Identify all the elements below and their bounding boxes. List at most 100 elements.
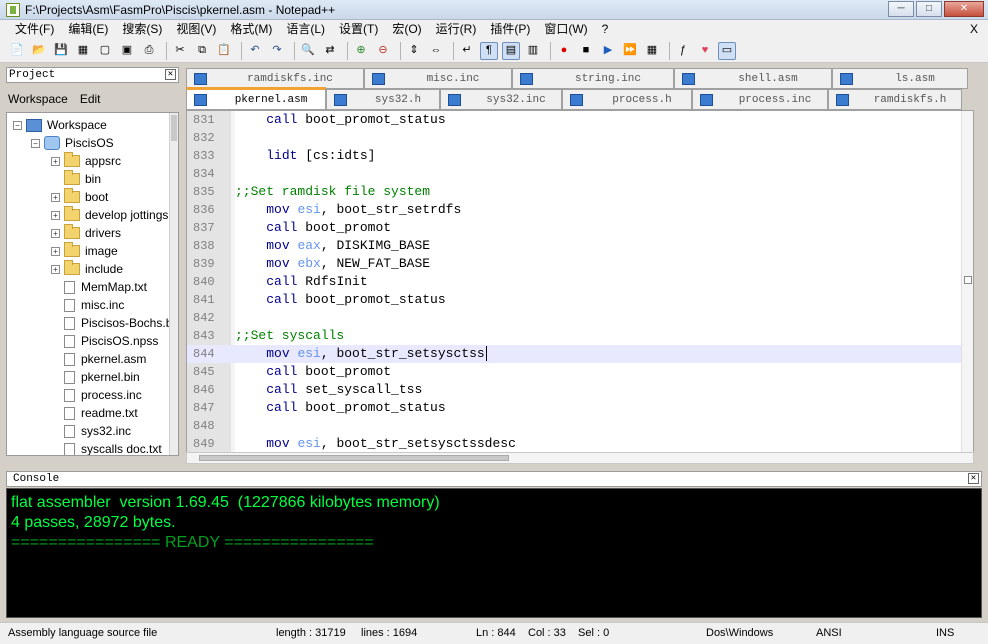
expand-icon[interactable]: + xyxy=(51,246,60,256)
tree-item[interactable]: + include xyxy=(51,260,123,278)
expand-icon[interactable]: + xyxy=(51,228,60,238)
code-text: mov ebx, NEW_FAT_BASE xyxy=(235,255,430,273)
tree-item-label: drivers xyxy=(85,226,122,240)
code-editor[interactable]: 831 call boot_promot_status 832 833 lidt [… xyxy=(186,110,974,462)
close-project-panel-icon[interactable]: ✕ xyxy=(165,69,176,80)
tree-item[interactable]: + develop jottings xyxy=(51,206,168,224)
open-file-icon[interactable]: 📂 xyxy=(30,42,48,60)
play-macro-icon[interactable]: ▶ xyxy=(599,42,617,60)
file-tab-label: ramdiskfs.inc xyxy=(247,72,333,85)
file-tab[interactable]: shell.asm xyxy=(674,68,832,89)
menu-item[interactable]: 运行(R) xyxy=(429,20,484,39)
menu-item[interactable]: 文件(F) xyxy=(8,20,61,39)
menu-item[interactable]: 宏(O) xyxy=(385,20,428,39)
undo-icon[interactable]: ↶ xyxy=(246,42,264,60)
close-console-icon[interactable]: ✕ xyxy=(968,473,979,484)
menu-item[interactable]: 视图(V) xyxy=(169,20,223,39)
expand-icon[interactable]: + xyxy=(51,192,60,202)
collapse-icon[interactable]: − xyxy=(31,138,40,148)
tree-item[interactable]: PiscisOS.npss xyxy=(51,332,158,350)
tree-item[interactable]: bin xyxy=(51,170,101,188)
print-icon[interactable]: ⎙ xyxy=(140,42,158,60)
file-tab[interactable]: ramdiskfs.h xyxy=(828,89,962,110)
console-icon[interactable]: ▭ xyxy=(718,41,736,60)
editor-vertical-scrollbar[interactable] xyxy=(961,111,973,461)
replace-icon[interactable]: ⇄ xyxy=(321,42,339,60)
tree-item[interactable]: + drivers xyxy=(51,224,121,242)
status-eol[interactable]: Dos\Windows xyxy=(706,627,773,639)
wrap-icon[interactable]: ↵ xyxy=(458,42,476,60)
file-tab[interactable]: process.h xyxy=(562,89,692,110)
save-icon[interactable]: 💾 xyxy=(52,42,70,60)
find-icon[interactable]: 🔍 xyxy=(299,42,317,60)
console-output[interactable]: flat assembler version 1.69.45 (1227866 … xyxy=(6,488,982,618)
show-all-chars-icon[interactable]: ¶ xyxy=(480,41,498,60)
file-tab[interactable]: ls.asm xyxy=(832,68,968,89)
tree-item[interactable]: readme.txt xyxy=(51,404,138,422)
close-window-button[interactable]: ✕ xyxy=(944,1,984,17)
stop-record-icon[interactable]: ■ xyxy=(577,42,595,60)
tree-item[interactable]: + boot xyxy=(51,188,108,206)
favorite-icon[interactable]: ♥ xyxy=(696,42,714,60)
menu-item[interactable]: 格式(M) xyxy=(223,20,279,39)
tree-item[interactable]: Piscisos-Bochs.bxrc xyxy=(51,314,178,332)
run-macro-multiple-icon[interactable]: ⏩ xyxy=(621,42,639,60)
menu-item[interactable]: 窗口(W) xyxy=(537,20,594,39)
file-tab[interactable]: sys32.h xyxy=(326,89,440,110)
expand-icon[interactable]: + xyxy=(51,210,60,220)
project-tree-scrollbar[interactable] xyxy=(169,113,178,455)
menu-item[interactable]: 设置(T) xyxy=(332,20,385,39)
indent-guide-icon[interactable]: ▤ xyxy=(502,41,520,60)
collapse-icon[interactable]: − xyxy=(13,120,22,130)
file-tab[interactable]: misc.inc xyxy=(364,68,512,89)
doc-map-icon[interactable]: ▥ xyxy=(524,42,542,60)
status-encoding[interactable]: ANSI xyxy=(816,627,842,639)
file-tab[interactable]: pkernel.asm xyxy=(186,87,326,110)
save-macro-icon[interactable]: ▦ xyxy=(643,42,661,60)
menu-item[interactable]: 搜索(S) xyxy=(115,20,169,39)
paste-icon[interactable]: 📋 xyxy=(215,42,233,60)
tree-item[interactable]: − PiscisOS xyxy=(31,134,114,152)
menu-item[interactable]: ? xyxy=(595,20,616,39)
close-all-icon[interactable]: ▣ xyxy=(118,42,136,60)
file-tab[interactable]: process.inc xyxy=(692,89,828,110)
copy-icon[interactable]: ⧉ xyxy=(193,42,211,60)
maximize-button[interactable]: □ xyxy=(916,1,942,17)
new-file-icon[interactable]: 📄 xyxy=(8,42,26,60)
tree-item[interactable]: − Workspace xyxy=(13,116,107,134)
code-line: 840 call RdfsInit xyxy=(187,273,963,291)
tree-item[interactable]: pkernel.asm xyxy=(51,350,146,368)
tree-item[interactable]: process.inc xyxy=(51,386,142,404)
menu-item[interactable]: 语言(L) xyxy=(279,20,332,39)
save-all-icon[interactable]: ▦ xyxy=(74,42,92,60)
tree-item[interactable]: pkernel.bin xyxy=(51,368,140,386)
workspace-menu[interactable]: Workspace xyxy=(8,92,68,106)
close-icon[interactable]: ▢ xyxy=(96,42,114,60)
file-tab[interactable]: ramdiskfs.inc xyxy=(186,68,364,89)
cut-icon[interactable]: ✂ xyxy=(171,42,189,60)
expand-icon[interactable]: + xyxy=(51,156,60,166)
redo-icon[interactable]: ↷ xyxy=(268,42,286,60)
close-document-button[interactable]: X xyxy=(970,20,978,39)
minimize-button[interactable]: ─ xyxy=(888,1,914,17)
tree-item[interactable]: MemMap.txt xyxy=(51,278,147,296)
function-list-icon[interactable]: ƒ xyxy=(674,42,692,60)
zoom-in-icon[interactable]: ⊕ xyxy=(352,42,370,60)
record-macro-icon[interactable]: ● xyxy=(555,42,573,60)
sync-v-icon[interactable]: ⇕ xyxy=(405,42,423,60)
tree-item[interactable]: misc.inc xyxy=(51,296,124,314)
sync-h-icon[interactable]: ⇔ xyxy=(427,42,445,60)
file-tab[interactable]: sys32.inc xyxy=(440,89,562,110)
file-icon xyxy=(64,352,75,366)
expand-icon[interactable]: + xyxy=(51,264,60,274)
tree-item[interactable]: + appsrc xyxy=(51,152,121,170)
tree-item[interactable]: + image xyxy=(51,242,118,260)
tree-item[interactable]: sys32.inc xyxy=(51,422,131,440)
menu-item[interactable]: 编辑(E) xyxy=(61,20,115,39)
editor-horizontal-scrollbar[interactable] xyxy=(186,452,974,464)
tree-item[interactable]: syscalls doc.txt xyxy=(51,440,162,455)
menu-item[interactable]: 插件(P) xyxy=(483,20,537,39)
zoom-out-icon[interactable]: ⊖ xyxy=(374,42,392,60)
edit-menu[interactable]: Edit xyxy=(80,92,101,106)
file-tab[interactable]: string.inc xyxy=(512,68,674,89)
